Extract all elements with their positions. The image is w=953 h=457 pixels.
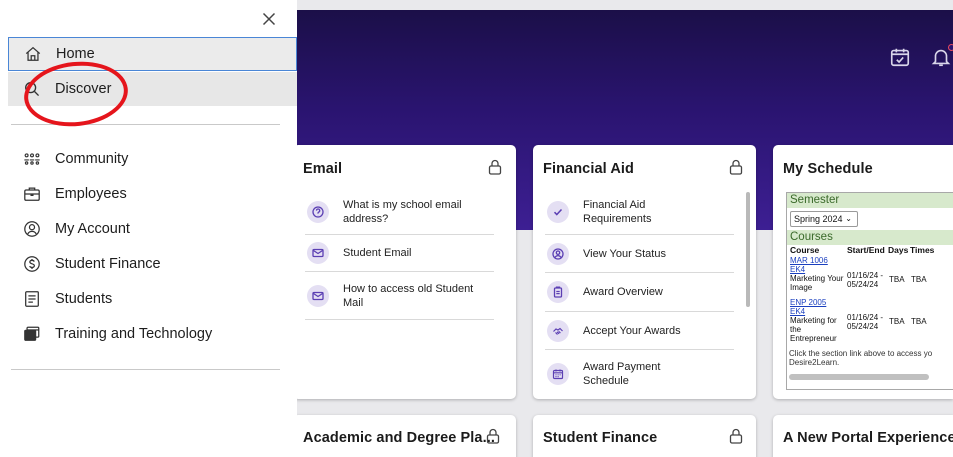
document-icon bbox=[23, 290, 41, 308]
academic-card-title: Academic and Degree Pla... bbox=[303, 430, 495, 446]
clipboard-icon bbox=[547, 281, 569, 303]
email-item-student-email[interactable]: Student Email bbox=[305, 235, 494, 272]
briefcase-icon bbox=[23, 185, 41, 203]
close-icon bbox=[262, 12, 276, 26]
nav-item-label: Discover bbox=[55, 81, 112, 97]
course-name: Marketing Your Image bbox=[790, 274, 844, 292]
nav-item-label: Community bbox=[55, 151, 129, 167]
bell-icon[interactable] bbox=[930, 44, 953, 68]
aid-list-scrollbar[interactable] bbox=[746, 192, 750, 307]
nav-item-students[interactable]: Students bbox=[8, 282, 297, 316]
course-name: Marketing for the Entrepreneur bbox=[790, 316, 837, 343]
financial-aid-card: Financial Aid Financial Aid Requirements… bbox=[533, 145, 756, 399]
lock-icon[interactable] bbox=[486, 428, 500, 444]
email-item-label: How to access old Student Mail bbox=[343, 282, 474, 309]
academic-card: Academic and Degree Pla... bbox=[293, 415, 516, 457]
nav-item-employees[interactable]: Employees bbox=[8, 177, 297, 211]
courses-label: Courses bbox=[787, 230, 953, 245]
col-header-times: Times bbox=[910, 245, 935, 255]
email-item-label: What is my school email address? bbox=[343, 199, 462, 225]
schedule-horizontal-scrollbar[interactable] bbox=[789, 374, 929, 380]
course-dates: 01/16/24 - 05/24/24 bbox=[847, 271, 884, 289]
handshake-icon bbox=[547, 319, 569, 342]
aid-item-overview[interactable]: Award Overview bbox=[545, 273, 734, 312]
navigation-drawer: Home Discover Community Employees My Acc… bbox=[0, 0, 297, 457]
nav-item-label: Home bbox=[56, 46, 95, 62]
aid-item-accept[interactable]: Accept Your Awards bbox=[545, 312, 734, 350]
aid-item-label: Financial Aid Requirements bbox=[583, 199, 652, 225]
course-row: ENP 2005 EK4 Marketing for the Entrepren… bbox=[790, 298, 846, 343]
aid-item-label: Award Overview bbox=[583, 286, 663, 298]
nav-item-community[interactable]: Community bbox=[8, 142, 297, 176]
col-header-days: Days bbox=[888, 245, 909, 255]
drawer-divider bbox=[11, 369, 280, 370]
calendar-check-icon[interactable] bbox=[889, 46, 911, 68]
course-link[interactable]: MAR 1006 bbox=[790, 256, 828, 265]
mail-icon bbox=[307, 242, 329, 264]
semester-select[interactable]: Spring 2024 ⌄ bbox=[790, 211, 858, 227]
col-header-start-end: Start/End bbox=[847, 245, 885, 255]
aid-item-payment-schedule[interactable]: Award Payment Schedule bbox=[545, 350, 734, 398]
course-days: TBA bbox=[889, 275, 905, 284]
section-link[interactable]: EK4 bbox=[790, 307, 805, 316]
aid-item-status[interactable]: View Your Status bbox=[545, 235, 734, 273]
aid-item-requirements[interactable]: Financial Aid Requirements bbox=[545, 190, 734, 235]
home-icon bbox=[24, 45, 42, 63]
lock-icon[interactable] bbox=[729, 428, 743, 444]
financial-aid-card-title: Financial Aid bbox=[543, 161, 634, 177]
semester-label: Semester bbox=[787, 193, 953, 208]
calendar-icon bbox=[547, 363, 569, 385]
check-icon bbox=[547, 201, 569, 223]
close-drawer-button[interactable] bbox=[259, 9, 279, 29]
search-icon bbox=[23, 80, 41, 98]
nav-item-label: Students bbox=[55, 291, 113, 307]
my-schedule-card: My Schedule Semester Spring 2024 ⌄ Cours… bbox=[773, 145, 953, 399]
drawer-divider bbox=[11, 124, 280, 125]
new-portal-card-title: A New Portal Experience bbox=[783, 430, 953, 446]
community-icon bbox=[23, 150, 41, 168]
col-header-course: Course bbox=[790, 245, 820, 255]
email-item-school-address[interactable]: What is my school email address? bbox=[305, 190, 494, 235]
course-row: MAR 1006 EK4 Marketing Your Image bbox=[790, 256, 846, 292]
semester-select-value: Spring 2024 bbox=[794, 214, 843, 224]
lock-icon[interactable] bbox=[729, 159, 743, 175]
aid-item-label: View Your Status bbox=[583, 247, 666, 260]
course-days: TBA bbox=[889, 317, 905, 326]
dollar-icon bbox=[23, 255, 41, 273]
help-icon bbox=[307, 201, 329, 223]
chevron-down-icon: ⌄ bbox=[845, 214, 852, 223]
nav-item-label: Student Finance bbox=[55, 256, 161, 272]
email-item-old-mail[interactable]: How to access old Student Mail bbox=[305, 272, 494, 320]
course-link[interactable]: ENP 2005 bbox=[790, 298, 826, 307]
course-times: TBA bbox=[911, 317, 927, 326]
email-card-title: Email bbox=[303, 161, 343, 177]
nav-item-student-finance[interactable]: Student Finance bbox=[8, 247, 297, 281]
nav-item-my-account[interactable]: My Account bbox=[8, 212, 297, 246]
notification-dot bbox=[948, 44, 953, 51]
email-card: Email What is my school email address? S… bbox=[293, 145, 516, 399]
mail-icon bbox=[307, 284, 329, 307]
course-dates: 01/16/24 - 05/24/24 bbox=[847, 313, 884, 331]
nav-item-training-and-technology[interactable]: Training and Technology bbox=[8, 317, 297, 351]
nav-item-label: Training and Technology bbox=[55, 326, 213, 342]
student-finance-card-title: Student Finance bbox=[543, 430, 658, 446]
nav-item-label: My Account bbox=[55, 221, 130, 237]
aid-item-label: Award Payment Schedule bbox=[583, 361, 661, 387]
nav-item-discover[interactable]: Discover bbox=[8, 72, 297, 106]
account-icon bbox=[547, 242, 569, 265]
lock-icon[interactable] bbox=[488, 159, 502, 175]
schedule-card-title: My Schedule bbox=[783, 161, 873, 177]
nav-item-home[interactable]: Home bbox=[8, 37, 297, 71]
student-finance-card: Student Finance bbox=[533, 415, 756, 457]
account-icon bbox=[23, 220, 41, 238]
course-times: TBA bbox=[911, 275, 927, 284]
schedule-note: Click the section link above to access y… bbox=[789, 349, 933, 367]
new-portal-card: A New Portal Experience bbox=[773, 415, 953, 457]
aid-item-label: Accept Your Awards bbox=[583, 324, 681, 337]
nav-item-label: Employees bbox=[55, 186, 127, 202]
section-link[interactable]: EK4 bbox=[790, 265, 805, 274]
window-icon bbox=[23, 325, 41, 343]
email-item-label: Student Email bbox=[343, 247, 412, 259]
